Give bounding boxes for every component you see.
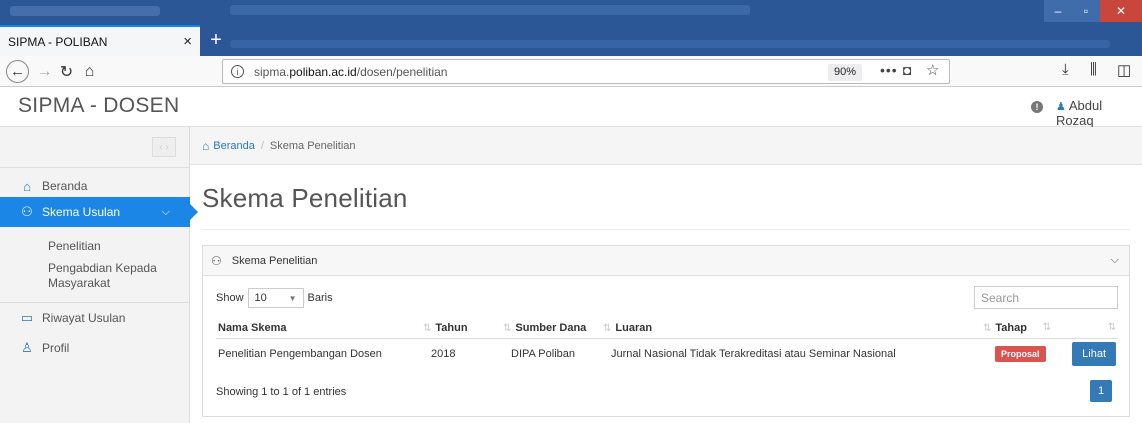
sidebar-item-label: Beranda — [42, 179, 88, 193]
tab-title: SIPMA - POLIBAN — [8, 34, 108, 49]
divider — [202, 229, 1130, 230]
breadcrumb-current: Skema Penelitian — [269, 139, 356, 152]
bookmarks-blur — [230, 40, 1110, 48]
chevron-down-icon[interactable]: ⌵ — [1111, 254, 1119, 267]
status-badge: Proposal — [995, 346, 1046, 363]
sidebar-item-riwayat-usulan[interactable]: ▭ Riwayat Usulan — [0, 303, 190, 333]
new-tab-button[interactable]: + — [205, 27, 227, 53]
col-tahap[interactable]: ⇅ Tahap ⇅ — [981, 318, 1053, 339]
forward-arrow-icon[interactable]: → — [33, 60, 56, 83]
library-icon[interactable]: ⫼ — [1090, 61, 1097, 78]
cell-tahap: Proposal — [981, 338, 1053, 370]
table-header-row: Nama Skema ⇅ Tahun ⇅ Sumber Dana ⇅ Luaran ⇅… — [216, 318, 1118, 339]
table-info: Showing 1 to 1 of 1 entries — [216, 386, 347, 398]
user-icon: ♙ — [21, 340, 33, 355]
breadcrumb-home-link[interactable]: Beranda — [213, 140, 255, 152]
sort-icon: ⇅ — [503, 322, 512, 334]
sitemap-icon: ⚇ — [211, 253, 222, 268]
browser-navbar: ← → ↻ ⌂ i sipma.poliban.ac.id/dosen/pene… — [0, 56, 1142, 87]
minimize-button[interactable]: – — [1044, 0, 1072, 22]
pagination-page-1[interactable]: 1 — [1090, 380, 1112, 402]
sidebar-item-label: Riwayat Usulan — [42, 311, 126, 325]
col-luaran[interactable]: ⇅ Luaran — [601, 318, 981, 339]
reload-icon[interactable]: ↻ — [55, 60, 78, 83]
table-row: Penelitian Pengembangan Dosen 2018 DIPA … — [216, 338, 1118, 370]
zoom-level[interactable]: 90% — [828, 64, 863, 81]
sort-icon: ⇅ — [423, 322, 432, 334]
sort-icon: ⇅ — [1042, 321, 1051, 333]
url-text: sipma.poliban.ac.id/dosen/penelitian — [254, 64, 448, 79]
star-icon[interactable]: ☆ — [926, 61, 939, 79]
col-nama-skema[interactable]: Nama Skema — [216, 318, 421, 339]
sidebar-item-skema-usulan[interactable]: ⚇ Skema Usulan ⌵ — [0, 197, 198, 227]
download-icon[interactable]: ⤓ — [1062, 61, 1069, 78]
sidebar-item-label: Skema Usulan — [42, 205, 121, 219]
app-header: SIPMA - DOSEN ! ♟ Abdul Rozaq — [0, 87, 1142, 128]
home-icon: ⌂ — [23, 178, 31, 194]
home-icon[interactable]: ⌂ — [78, 60, 101, 83]
breadcrumb: ⌂ Beranda / Skema Penelitian — [190, 127, 1142, 165]
sitemap-icon: ⚇ — [21, 204, 33, 219]
sidebar-collapse-icon[interactable]: ‹ › — [152, 137, 176, 157]
brand-title[interactable]: SIPMA - DOSEN — [18, 94, 179, 118]
titlebar-blur — [230, 5, 750, 15]
cell-sumber: DIPA Poliban — [511, 348, 576, 361]
cell-action: Lihat — [1053, 338, 1118, 370]
panel-header[interactable]: ⚇ Skema Penelitian ⌵ — [203, 246, 1129, 276]
home-icon: ⌂ — [202, 138, 210, 153]
sidebar-item-profil[interactable]: ♙ Profil — [0, 333, 190, 363]
url-bar[interactable]: i sipma.poliban.ac.id/dosen/penelitian 9… — [222, 59, 950, 84]
page-length-select[interactable]: 10 ▼ — [247, 288, 304, 308]
chevron-down-icon: ⌵ — [161, 205, 170, 218]
folder-icon: ▭ — [20, 310, 34, 325]
maximize-button[interactable]: ▫ — [1072, 0, 1100, 22]
notification-icon[interactable]: ! — [1031, 101, 1043, 113]
sort-icon: ⇅ — [603, 322, 612, 334]
page-title: Skema Penelitian — [202, 183, 408, 213]
sidebar-icon[interactable]: ◫ — [1117, 61, 1131, 79]
col-action[interactable]: ⇅ — [1053, 318, 1118, 339]
back-arrow-icon[interactable]: ← — [6, 60, 29, 83]
length-control: Show 10 ▼ Baris — [216, 288, 333, 308]
sort-icon: ⇅ — [983, 322, 992, 334]
col-sumber-dana[interactable]: ⇅ Sumber Dana — [501, 318, 601, 339]
sidebar-item-label: Profil — [42, 341, 70, 355]
cell-nama: Penelitian Pengembangan Dosen — [218, 348, 382, 361]
breadcrumb-separator: / — [260, 139, 264, 152]
pocket-icon[interactable]: ◘ — [903, 62, 911, 78]
skema-panel: ⚇ Skema Penelitian ⌵ Show 10 ▼ Baris Sea… — [202, 245, 1130, 417]
tab-close-icon[interactable]: × — [183, 33, 192, 50]
page-length-value: 10 — [254, 292, 267, 304]
user-menu[interactable]: ♟ Abdul Rozaq — [1056, 98, 1142, 128]
info-icon[interactable]: i — [231, 65, 244, 78]
close-window-button[interactable]: ✕ — [1100, 0, 1142, 22]
skema-table: Nama Skema ⇅ Tahun ⇅ Sumber Dana ⇅ Luaran ⇅… — [216, 318, 1118, 370]
panel-title: Skema Penelitian — [231, 254, 318, 267]
sidebar-subitem-pengabdian[interactable]: Pengabdian Kepada Masyarakat — [48, 261, 178, 291]
show-label: Show — [216, 292, 244, 304]
user-icon: ♟ — [1056, 101, 1066, 113]
more-dots-icon[interactable]: ••• — [880, 62, 898, 78]
cell-tahun: 2018 — [431, 348, 456, 361]
cell-luaran: Jurnal Nasional Tidak Terakreditasi atau… — [611, 348, 896, 361]
search-input[interactable]: Search — [974, 286, 1118, 309]
caret-down-icon: ▼ — [288, 293, 297, 303]
browser-tab[interactable]: SIPMA - POLIBAN × — [0, 25, 200, 56]
col-tahun[interactable]: ⇅ Tahun — [421, 318, 501, 339]
sidebar: ‹ › ⌂ Beranda ⚇ Skema Usulan ⌵ Penelitia… — [0, 127, 198, 423]
sort-icon: ⇅ — [1107, 322, 1116, 334]
titlebar-blur — [10, 6, 160, 16]
lihat-button[interactable]: Lihat — [1072, 342, 1116, 367]
rows-label: Baris — [307, 292, 333, 304]
sidebar-subitem-penelitian[interactable]: Penelitian — [48, 239, 101, 254]
divider — [0, 167, 190, 168]
